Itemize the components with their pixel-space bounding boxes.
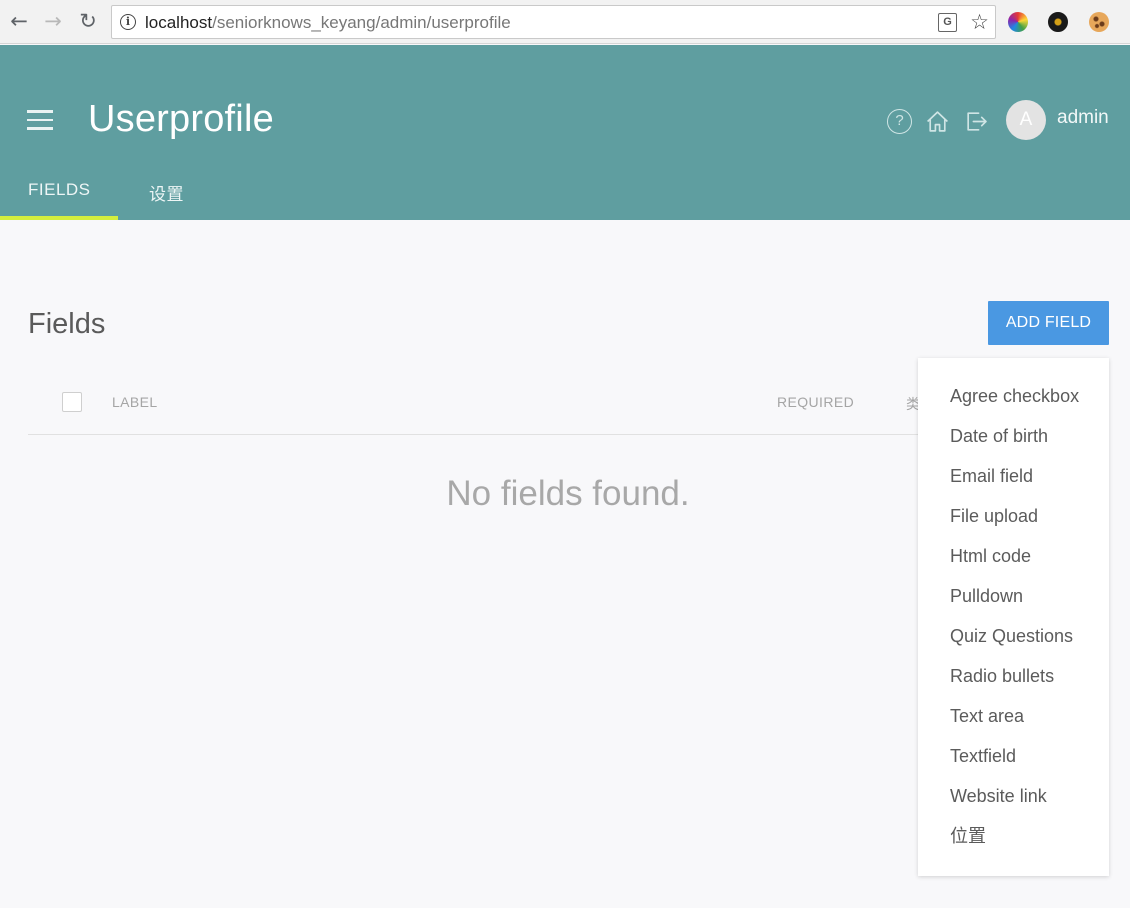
menu-item-agree-checkbox[interactable]: Agree checkbox: [918, 376, 1109, 416]
tab-settings[interactable]: 设置: [149, 180, 184, 205]
menu-item-file-upload[interactable]: File upload: [918, 496, 1109, 536]
table-header-divider: [28, 434, 928, 435]
reload-icon[interactable]: ↻: [77, 9, 99, 33]
section-title: Fields: [28, 308, 106, 340]
back-arrow-icon[interactable]: ←: [8, 9, 30, 33]
menu-item-email-field[interactable]: Email field: [918, 456, 1109, 496]
site-info-icon[interactable]: i: [120, 14, 136, 30]
menu-item-pulldown[interactable]: Pulldown: [918, 576, 1109, 616]
menu-item-website-link[interactable]: Website link: [918, 776, 1109, 816]
menu-item-quiz-questions[interactable]: Quiz Questions: [918, 616, 1109, 656]
menu-item-html-code[interactable]: Html code: [918, 536, 1109, 576]
bookmark-star-icon[interactable]: ☆: [970, 9, 989, 35]
logout-icon[interactable]: [964, 109, 989, 134]
home-icon[interactable]: [925, 109, 950, 134]
url-host: localhost: [145, 13, 213, 32]
menu-item-location[interactable]: 位置: [918, 816, 1109, 856]
add-field-dropdown: Agree checkbox Date of birth Email field…: [918, 358, 1109, 876]
avatar[interactable]: A: [1006, 100, 1046, 140]
color-picker-extension-icon[interactable]: [1008, 12, 1028, 32]
username[interactable]: admin: [1057, 107, 1109, 129]
dark-mode-extension-icon[interactable]: [1048, 12, 1068, 32]
select-all-checkbox[interactable]: [62, 392, 82, 412]
browser-toolbar: ← → ↻ i localhost/seniorknows_keyang/adm…: [0, 0, 1130, 44]
active-tab-indicator: [0, 216, 118, 220]
menu-item-date-of-birth[interactable]: Date of birth: [918, 416, 1109, 456]
translate-icon[interactable]: G: [938, 13, 957, 32]
menu-icon[interactable]: [27, 110, 53, 130]
help-icon[interactable]: ?: [887, 109, 912, 134]
cookie-extension-icon[interactable]: [1089, 12, 1109, 32]
url-path: /seniorknows_keyang/admin/userprofile: [212, 13, 511, 32]
column-header-required[interactable]: REQUIRED: [777, 394, 854, 410]
menu-item-text-area[interactable]: Text area: [918, 696, 1109, 736]
menu-item-textfield[interactable]: Textfield: [918, 736, 1109, 776]
page-title: Userprofile: [88, 98, 274, 140]
menu-item-radio-bullets[interactable]: Radio bullets: [918, 656, 1109, 696]
url-text[interactable]: localhost/seniorknows_keyang/admin/userp…: [145, 13, 511, 33]
add-field-button[interactable]: ADD FIELD: [988, 301, 1109, 345]
forward-arrow-icon[interactable]: →: [42, 9, 64, 33]
column-header-label[interactable]: LABEL: [112, 394, 158, 410]
app-header: Userprofile ? A admin FIELDS 设置: [0, 45, 1130, 220]
address-bar[interactable]: i localhost/seniorknows_keyang/admin/use…: [111, 5, 996, 39]
tab-fields[interactable]: FIELDS: [28, 180, 91, 200]
